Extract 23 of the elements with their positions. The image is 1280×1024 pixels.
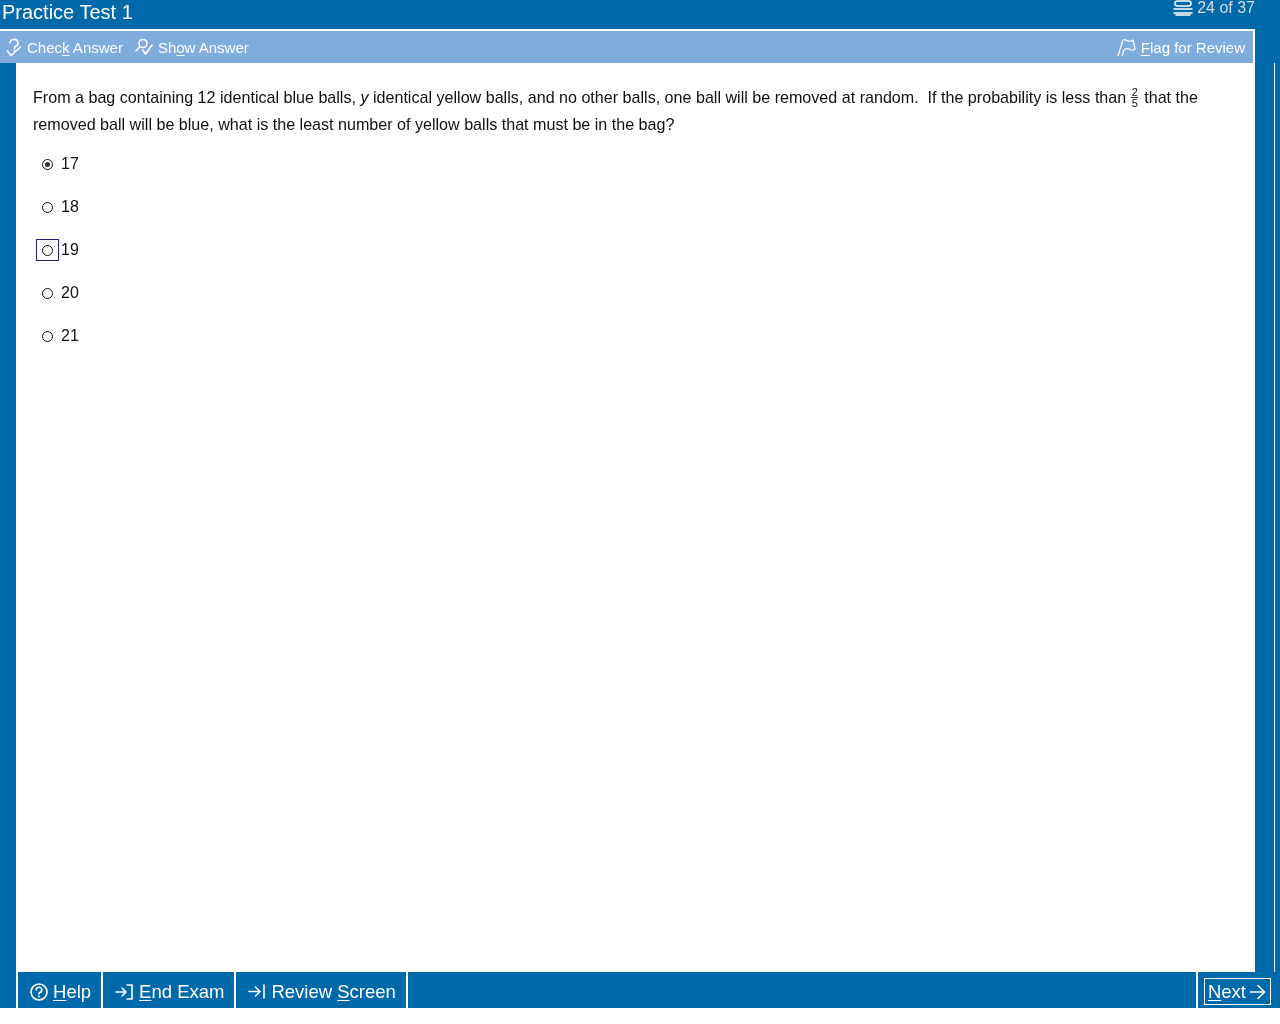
magnifier-check-icon (134, 38, 153, 56)
help-button[interactable]: Help (18, 972, 104, 1008)
answer-option[interactable]: 17 (61, 155, 79, 173)
question-counter: 24 of 37 (1197, 0, 1255, 16)
answer-option[interactable]: 21 (61, 327, 79, 345)
end-exam-button[interactable]: End Exam (103, 972, 237, 1008)
radio-button[interactable] (42, 158, 53, 170)
help-icon (30, 982, 48, 1001)
review-screen-button[interactable]: Review Screen (236, 972, 408, 1008)
arrow-into-bracket-icon (115, 982, 135, 1001)
window-title: Practice Test 1 (2, 0, 133, 23)
arrow-to-bar-icon (248, 983, 267, 1000)
answer-option[interactable]: 18 (61, 198, 79, 216)
arrow-right-icon (1249, 982, 1267, 1001)
radio-button[interactable] (42, 330, 53, 342)
answer-option[interactable]: 19 (61, 241, 79, 259)
radio-button[interactable] (42, 287, 53, 299)
radio-button[interactable] (42, 201, 53, 213)
question-check-icon (6, 37, 22, 57)
flag-icon (1116, 37, 1136, 57)
stack-icon (1173, 0, 1194, 16)
answer-option[interactable]: 20 (61, 284, 79, 302)
radio-button[interactable] (42, 244, 53, 256)
